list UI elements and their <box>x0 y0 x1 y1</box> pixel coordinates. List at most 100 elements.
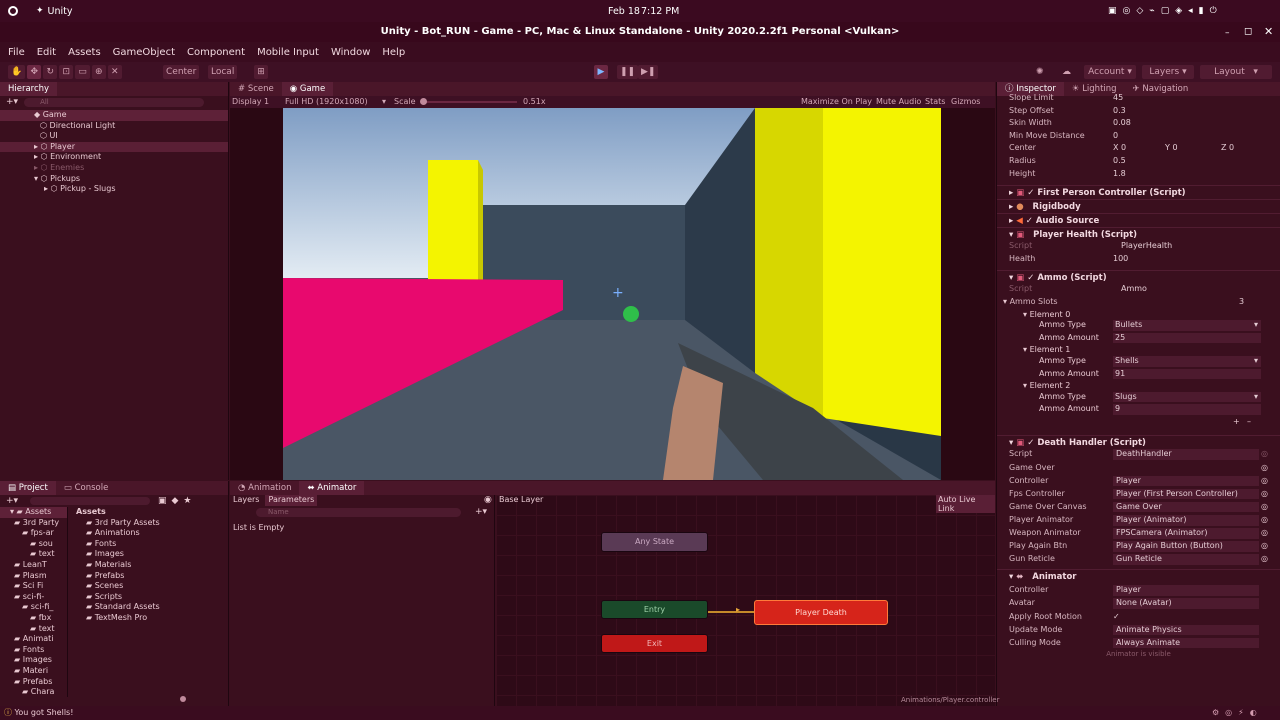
object-picker-icon[interactable]: ◎ <box>1261 528 1268 539</box>
field-ammo-type-0[interactable]: Ammo Type Bullets ▾ <box>1039 320 1280 331</box>
component-animator[interactable]: ▾ ⬌ Animator <box>997 568 1280 583</box>
component-player-health[interactable]: ▾ ▣ Player Health (Script) <box>997 227 1280 241</box>
tab-project[interactable]: ▤ Project <box>0 481 56 495</box>
death-handler-field[interactable]: Game Over ◎ <box>1009 463 1280 474</box>
object-field[interactable]: Player (Animator) <box>1113 514 1259 526</box>
field-value[interactable]: ✓ <box>1113 612 1259 623</box>
maximize-icon[interactable]: ◻ <box>1244 26 1252 37</box>
hierarchy-item-pickups[interactable]: ▾ ⬡ Pickups <box>0 174 228 185</box>
system-date[interactable]: Feb 18 <box>608 6 640 17</box>
eye-icon[interactable]: ◉ <box>484 495 492 505</box>
death-handler-field[interactable]: Play Again Btn Play Again Button (Button)… <box>1009 541 1280 552</box>
tree-folder[interactable]: ▰ sci-fi_ <box>0 602 67 613</box>
field-min-move[interactable]: Min Move Distance 0 <box>1009 131 1280 142</box>
hierarchy-item-player[interactable]: ▸ ⬡ Player <box>0 141 228 153</box>
filter-icons[interactable]: ▣◆★ <box>158 496 197 506</box>
field-ammo-amount-2[interactable]: Ammo Amount 9 <box>1039 404 1280 415</box>
list-remove-icon[interactable]: – <box>1247 417 1251 428</box>
death-handler-field[interactable]: Controller Player ◎ <box>1009 475 1280 487</box>
hierarchy-item-ui[interactable]: ⬡ UI <box>0 131 228 142</box>
tree-folder[interactable]: ▰ Images <box>0 655 67 666</box>
tree-folder[interactable]: ▰ Plasm <box>0 571 67 582</box>
project-search-input[interactable] <box>30 497 150 505</box>
hand-tool-icon[interactable]: ✋ <box>8 65 26 79</box>
menu-help[interactable]: Help <box>382 47 405 58</box>
field-value[interactable]: Animate Physics <box>1113 624 1259 636</box>
tab-game[interactable]: ◉ Game <box>281 82 334 96</box>
menu-gameobject[interactable]: GameObject <box>113 47 175 58</box>
hierarchy-item-directional-light[interactable]: ⬡ Directional Light <box>0 121 228 132</box>
death-handler-field[interactable]: Weapon Animator FPSCamera (Animator) ◎ <box>1009 528 1280 539</box>
asset-folder[interactable]: ▰ Materials <box>70 560 228 571</box>
death-handler-field[interactable]: Gun Reticle Gun Reticle ◎ <box>1009 554 1280 565</box>
tree-folder[interactable]: ▰ sou <box>0 539 67 550</box>
field-value[interactable]: 91 <box>1113 368 1261 380</box>
field-value[interactable]: 0.3 <box>1113 106 1126 117</box>
object-field[interactable]: Play Again Button (Button) <box>1113 541 1259 552</box>
field-ammo-amount-0[interactable]: Ammo Amount 25 <box>1039 332 1280 344</box>
assets-breadcrumb[interactable]: Assets <box>70 507 228 518</box>
component-rigidbody[interactable]: ▸ ● Rigidbody <box>997 199 1280 213</box>
game-viewport[interactable]: + <box>283 108 941 480</box>
field-value[interactable]: 100 <box>1113 254 1128 265</box>
account-dropdown[interactable]: Account ▾ <box>1084 65 1136 79</box>
component-audio-source[interactable]: ▸ ◀ ✓ Audio Source <box>997 213 1280 227</box>
object-picker-icon[interactable]: ◎ <box>1261 515 1268 526</box>
field-center[interactable]: Center X 0 Y 0 Z 0 <box>1009 143 1280 154</box>
tree-folder[interactable]: ▰ fps-ar <box>0 528 67 539</box>
tab-animation[interactable]: ◔ Animation <box>230 481 299 495</box>
menu-assets[interactable]: Assets <box>68 47 101 58</box>
object-field[interactable]: Player <box>1113 475 1259 487</box>
node-player-death[interactable]: Player Death <box>754 600 888 625</box>
node-exit[interactable]: Exit <box>601 634 708 653</box>
scale-slider-handle[interactable] <box>420 98 427 105</box>
tree-folder[interactable]: ▰ Chara <box>0 687 67 697</box>
field-value[interactable]: 3 <box>1239 297 1244 308</box>
field-step-offset[interactable]: Step Offset 0.3 <box>1009 106 1280 117</box>
tree-folder[interactable]: ▰ Fonts <box>0 645 67 656</box>
field-value[interactable]: Player <box>1113 585 1259 596</box>
field-value[interactable]: 45 <box>1113 93 1123 104</box>
object-field[interactable]: Game Over <box>1113 501 1259 513</box>
hierarchy-item-game[interactable]: ◆ Game <box>0 110 228 121</box>
grid-snap-icon[interactable]: ⊞ <box>254 65 268 79</box>
gizmos-dropdown[interactable]: Gizmos <box>951 97 980 106</box>
asset-folder[interactable]: ▰ Fonts <box>70 539 228 550</box>
field-value[interactable]: Always Animate <box>1113 637 1259 649</box>
tree-folder[interactable]: ▰ Prefabs <box>0 677 67 688</box>
tray-icons[interactable]: ▣◎◇⌁▢◈◂▮⏻ <box>1108 6 1223 16</box>
transition-arrow[interactable] <box>708 611 754 613</box>
scale-tool-icon[interactable]: ⊡ <box>59 65 74 79</box>
pause-button[interactable]: ❚❚ <box>617 65 639 79</box>
animator-field[interactable]: Controller Player <box>1009 585 1280 596</box>
field-radius[interactable]: Radius 0.5 <box>1009 156 1280 167</box>
hierarchy-item-pickup-slugs[interactable]: ▸ ⬡ Pickup - Slugs <box>0 184 228 195</box>
animator-field[interactable]: Culling Mode Always Animate <box>1009 637 1280 649</box>
param-search-input[interactable]: Name <box>256 508 461 517</box>
pivot-center-button[interactable]: Center <box>163 65 200 79</box>
ammo-element-1[interactable]: ▾ Element 1 <box>1023 345 1280 356</box>
ammo-type-dropdown[interactable]: Slugs ▾ <box>1113 391 1261 403</box>
app-name[interactable]: Unity <box>48 6 73 17</box>
tree-folder[interactable]: ▰ text <box>0 624 67 635</box>
stats-toggle[interactable]: Stats <box>925 97 945 106</box>
asset-folder[interactable]: ▰ Images <box>70 549 228 560</box>
node-any-state[interactable]: Any State <box>601 532 708 552</box>
field-value[interactable]: 1.8 <box>1113 169 1126 180</box>
field-ammo-type-2[interactable]: Ammo Type Slugs ▾ <box>1039 391 1280 403</box>
death-handler-field[interactable]: Fps Controller Player (First Person Contr… <box>1009 488 1280 500</box>
death-handler-field[interactable]: Player Animator Player (Animator) ◎ <box>1009 514 1280 526</box>
asset-folder[interactable]: ▰ Animations <box>70 528 228 539</box>
layout-dropdown[interactable]: Layout ▾ <box>1200 65 1272 79</box>
custom-tool-icon[interactable]: ✕ <box>107 65 122 79</box>
object-picker-icon[interactable]: ◎ <box>1261 502 1268 513</box>
tab-animator[interactable]: ⬌ Animator <box>299 481 365 495</box>
display-dropdown[interactable]: Display 1 <box>232 97 269 106</box>
field-height[interactable]: Height 1.8 <box>1009 169 1280 180</box>
asset-folder[interactable]: ▰ Scenes <box>70 581 228 592</box>
tree-folder[interactable]: ▰ Sci Fi <box>0 581 67 592</box>
component-ammo[interactable]: ▾ ▣ ✓ Ammo (Script) <box>997 270 1280 284</box>
hierarchy-search-input[interactable]: All <box>24 97 205 107</box>
menu-window[interactable]: Window <box>331 47 370 58</box>
layers-dropdown[interactable]: Layers ▾ <box>1142 65 1194 79</box>
